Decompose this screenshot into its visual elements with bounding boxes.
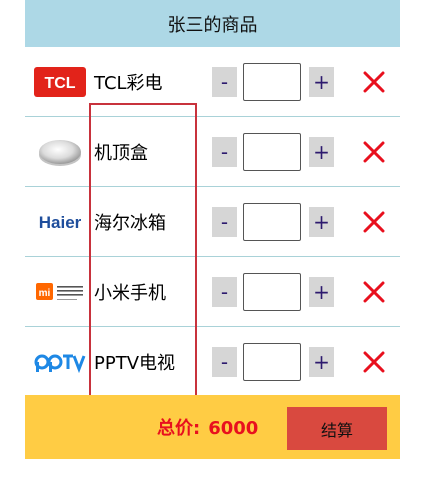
decrease-quantity-button[interactable]: - (212, 276, 237, 307)
quantity-input[interactable] (243, 62, 301, 101)
quantity-input[interactable] (243, 272, 301, 311)
remove-icon[interactable] (362, 140, 386, 164)
item-name: 海尔冰箱 (94, 212, 166, 234)
cart-title: 张三的商品 (167, 14, 258, 36)
quantity-input[interactable] (243, 132, 301, 171)
haier-logo: Haier (33, 205, 87, 239)
decrease-quantity-button[interactable]: - (212, 136, 237, 167)
item-name: TCL彩电 (94, 72, 163, 94)
increase-quantity-button[interactable]: + (309, 66, 334, 97)
list-item: PPTV电视 - + (25, 327, 400, 397)
item-name: 机顶盒 (94, 142, 148, 164)
decrease-quantity-button[interactable]: - (212, 206, 237, 237)
item-list: TCL TCL彩电 - + 机顶盒 - + Haier 海尔冰箱 - + mi … (25, 47, 400, 427)
xiaomi-logo: mi (33, 275, 87, 309)
cart-header: 张三的商品 (25, 0, 400, 47)
remove-icon[interactable] (362, 280, 386, 304)
increase-quantity-button[interactable]: + (309, 136, 334, 167)
shopping-cart: 张三的商品 TCL TCL彩电 - + 机顶盒 - + Haier 海尔冰箱 -… (25, 0, 400, 459)
total-price: 总价: 6000 (157, 414, 258, 440)
remove-icon[interactable] (362, 350, 386, 374)
pptv-logo (33, 345, 87, 379)
total-price-label: 总价: (157, 418, 201, 439)
list-item: TCL TCL彩电 - + (25, 47, 400, 117)
svg-text:Haier: Haier (39, 213, 82, 232)
list-item: mi 小米手机 - + (25, 257, 400, 327)
checkout-button[interactable]: 结算 (287, 407, 387, 450)
item-name: 小米手机 (94, 282, 166, 304)
cart-footer: 总价: 6000 结算 (25, 395, 400, 459)
increase-quantity-button[interactable]: + (309, 346, 334, 377)
svg-text:TCL: TCL (44, 75, 75, 92)
tcl-logo: TCL (33, 65, 87, 99)
list-item: Haier 海尔冰箱 - + (25, 187, 400, 257)
list-item: 机顶盒 - + (25, 117, 400, 187)
quantity-input[interactable] (243, 342, 301, 381)
set-top-box-image (33, 135, 87, 169)
svg-text:mi: mi (39, 288, 51, 299)
item-name: PPTV电视 (94, 352, 176, 374)
decrease-quantity-button[interactable]: - (212, 346, 237, 377)
increase-quantity-button[interactable]: + (309, 206, 334, 237)
decrease-quantity-button[interactable]: - (212, 66, 237, 97)
increase-quantity-button[interactable]: + (309, 276, 334, 307)
quantity-input[interactable] (243, 202, 301, 241)
total-price-value: 6000 (208, 418, 259, 439)
remove-icon[interactable] (362, 70, 386, 94)
remove-icon[interactable] (362, 210, 386, 234)
